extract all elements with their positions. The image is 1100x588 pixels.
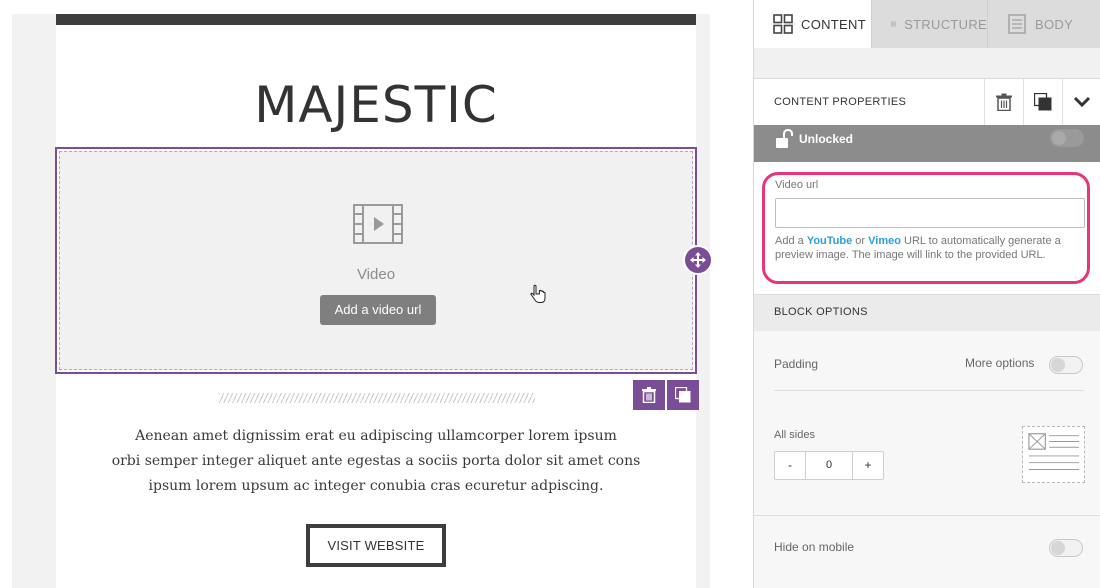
toggle-knob (1051, 541, 1065, 555)
duplicate-block-button[interactable] (667, 380, 699, 410)
duplicate-content-button[interactable] (1023, 79, 1062, 125)
delete-content-button[interactable] (984, 79, 1023, 125)
move-handle-button[interactable] (683, 245, 713, 275)
hand-cursor-icon (530, 284, 546, 303)
body-line: Aenean amet dignissim erat eu adipiscing… (135, 428, 617, 444)
padding-stepper: - 0 + (774, 451, 884, 480)
tab-gap (754, 48, 1100, 78)
video-url-input[interactable] (775, 198, 1085, 228)
tab-content[interactable]: CONTENT (754, 0, 872, 48)
content-properties-title: CONTENT PROPERTIES (774, 96, 907, 108)
video-block-selected[interactable]: Video Add a video url (55, 147, 697, 374)
padding-preview-icon (1022, 426, 1085, 483)
content-properties-actions (984, 79, 1100, 125)
video-label: Video (356, 266, 396, 283)
divider-hatch (219, 393, 535, 403)
video-placeholder[interactable]: Video Add a video url (59, 151, 693, 370)
duplicate-icon (675, 387, 691, 403)
email-top-bar (56, 14, 696, 25)
body-paragraph[interactable]: Aenean amet dignissim erat eu adipiscing… (56, 424, 696, 499)
lock-toggle[interactable] (1050, 129, 1084, 147)
toggle-knob (1051, 358, 1065, 372)
tab-structure[interactable]: STRUCTURE (872, 0, 988, 48)
youtube-link[interactable]: YouTube (807, 235, 852, 247)
delete-block-button[interactable] (633, 380, 665, 410)
tab-content-label: CONTENT (801, 16, 866, 32)
hide-on-mobile-toggle[interactable] (1049, 539, 1083, 557)
decrement-button[interactable]: - (775, 452, 805, 479)
properties-sidebar: CONTENT STRUCTURE BODY CONTENT PROPERTIE… (753, 0, 1100, 588)
padding-value[interactable]: 0 (805, 452, 853, 479)
divider (754, 515, 1100, 516)
padding-label: Padding (774, 357, 819, 371)
chevron-down-icon (1073, 96, 1091, 108)
lock-row: Unlocked (754, 125, 1100, 162)
toggle-knob (1052, 131, 1066, 145)
document-icon (1008, 14, 1026, 34)
tab-body-label: BODY (1035, 16, 1074, 32)
content-properties-header: CONTENT PROPERTIES (754, 78, 1100, 125)
hide-on-mobile-label: Hide on mobile (774, 540, 855, 554)
body-line: ipsum lorem upsum ac integer conubia cra… (148, 478, 604, 494)
film-icon (353, 204, 403, 244)
video-url-label: Video url (775, 179, 819, 191)
rows-icon (891, 21, 897, 27)
all-sides-label: All sides (774, 429, 815, 441)
block-options-title: BLOCK OPTIONS (774, 306, 868, 318)
collapse-button[interactable] (1062, 79, 1100, 125)
grid-icon (773, 14, 793, 34)
increment-button[interactable]: + (853, 452, 883, 479)
block-options-settings: Padding More options All sides - 0 + Hid… (754, 331, 1100, 588)
block-action-toolbar (633, 380, 699, 410)
help-or: or (852, 235, 869, 247)
add-video-url-button[interactable]: Add a video url (320, 295, 436, 325)
editor-canvas: MAJESTIC Video Add a video url Aenean am… (0, 0, 753, 588)
video-url-panel: Video url Add a YouTube or Vimeo URL to … (754, 162, 1100, 294)
body-line: orbi semper integer aliquet ante egestas… (111, 453, 641, 469)
email-editor: MAJESTIC Video Add a video url Aenean am… (0, 0, 1100, 588)
visit-website-button[interactable]: VISIT WEBSITE (306, 524, 446, 567)
duplicate-icon (1034, 93, 1052, 111)
divider (774, 390, 1084, 391)
move-arrows-icon (690, 252, 706, 268)
help-prefix: Add a (775, 235, 807, 247)
sidebar-tabs: CONTENT STRUCTURE BODY (754, 0, 1100, 48)
more-options-toggle[interactable] (1049, 356, 1083, 374)
logo-heading[interactable]: MAJESTIC (56, 76, 696, 134)
tab-structure-label: STRUCTURE (904, 16, 987, 32)
lock-label: Unlocked (799, 132, 854, 146)
tab-body[interactable]: BODY (988, 0, 1100, 48)
block-options-header: BLOCK OPTIONS (754, 294, 1100, 331)
unlock-icon (776, 129, 793, 148)
more-options-label: More options (965, 356, 1035, 370)
video-url-help: Add a YouTube or Vimeo URL to automatica… (775, 234, 1090, 262)
trash-icon (642, 387, 656, 403)
trash-icon (996, 93, 1012, 111)
vimeo-link[interactable]: Vimeo (868, 235, 901, 247)
